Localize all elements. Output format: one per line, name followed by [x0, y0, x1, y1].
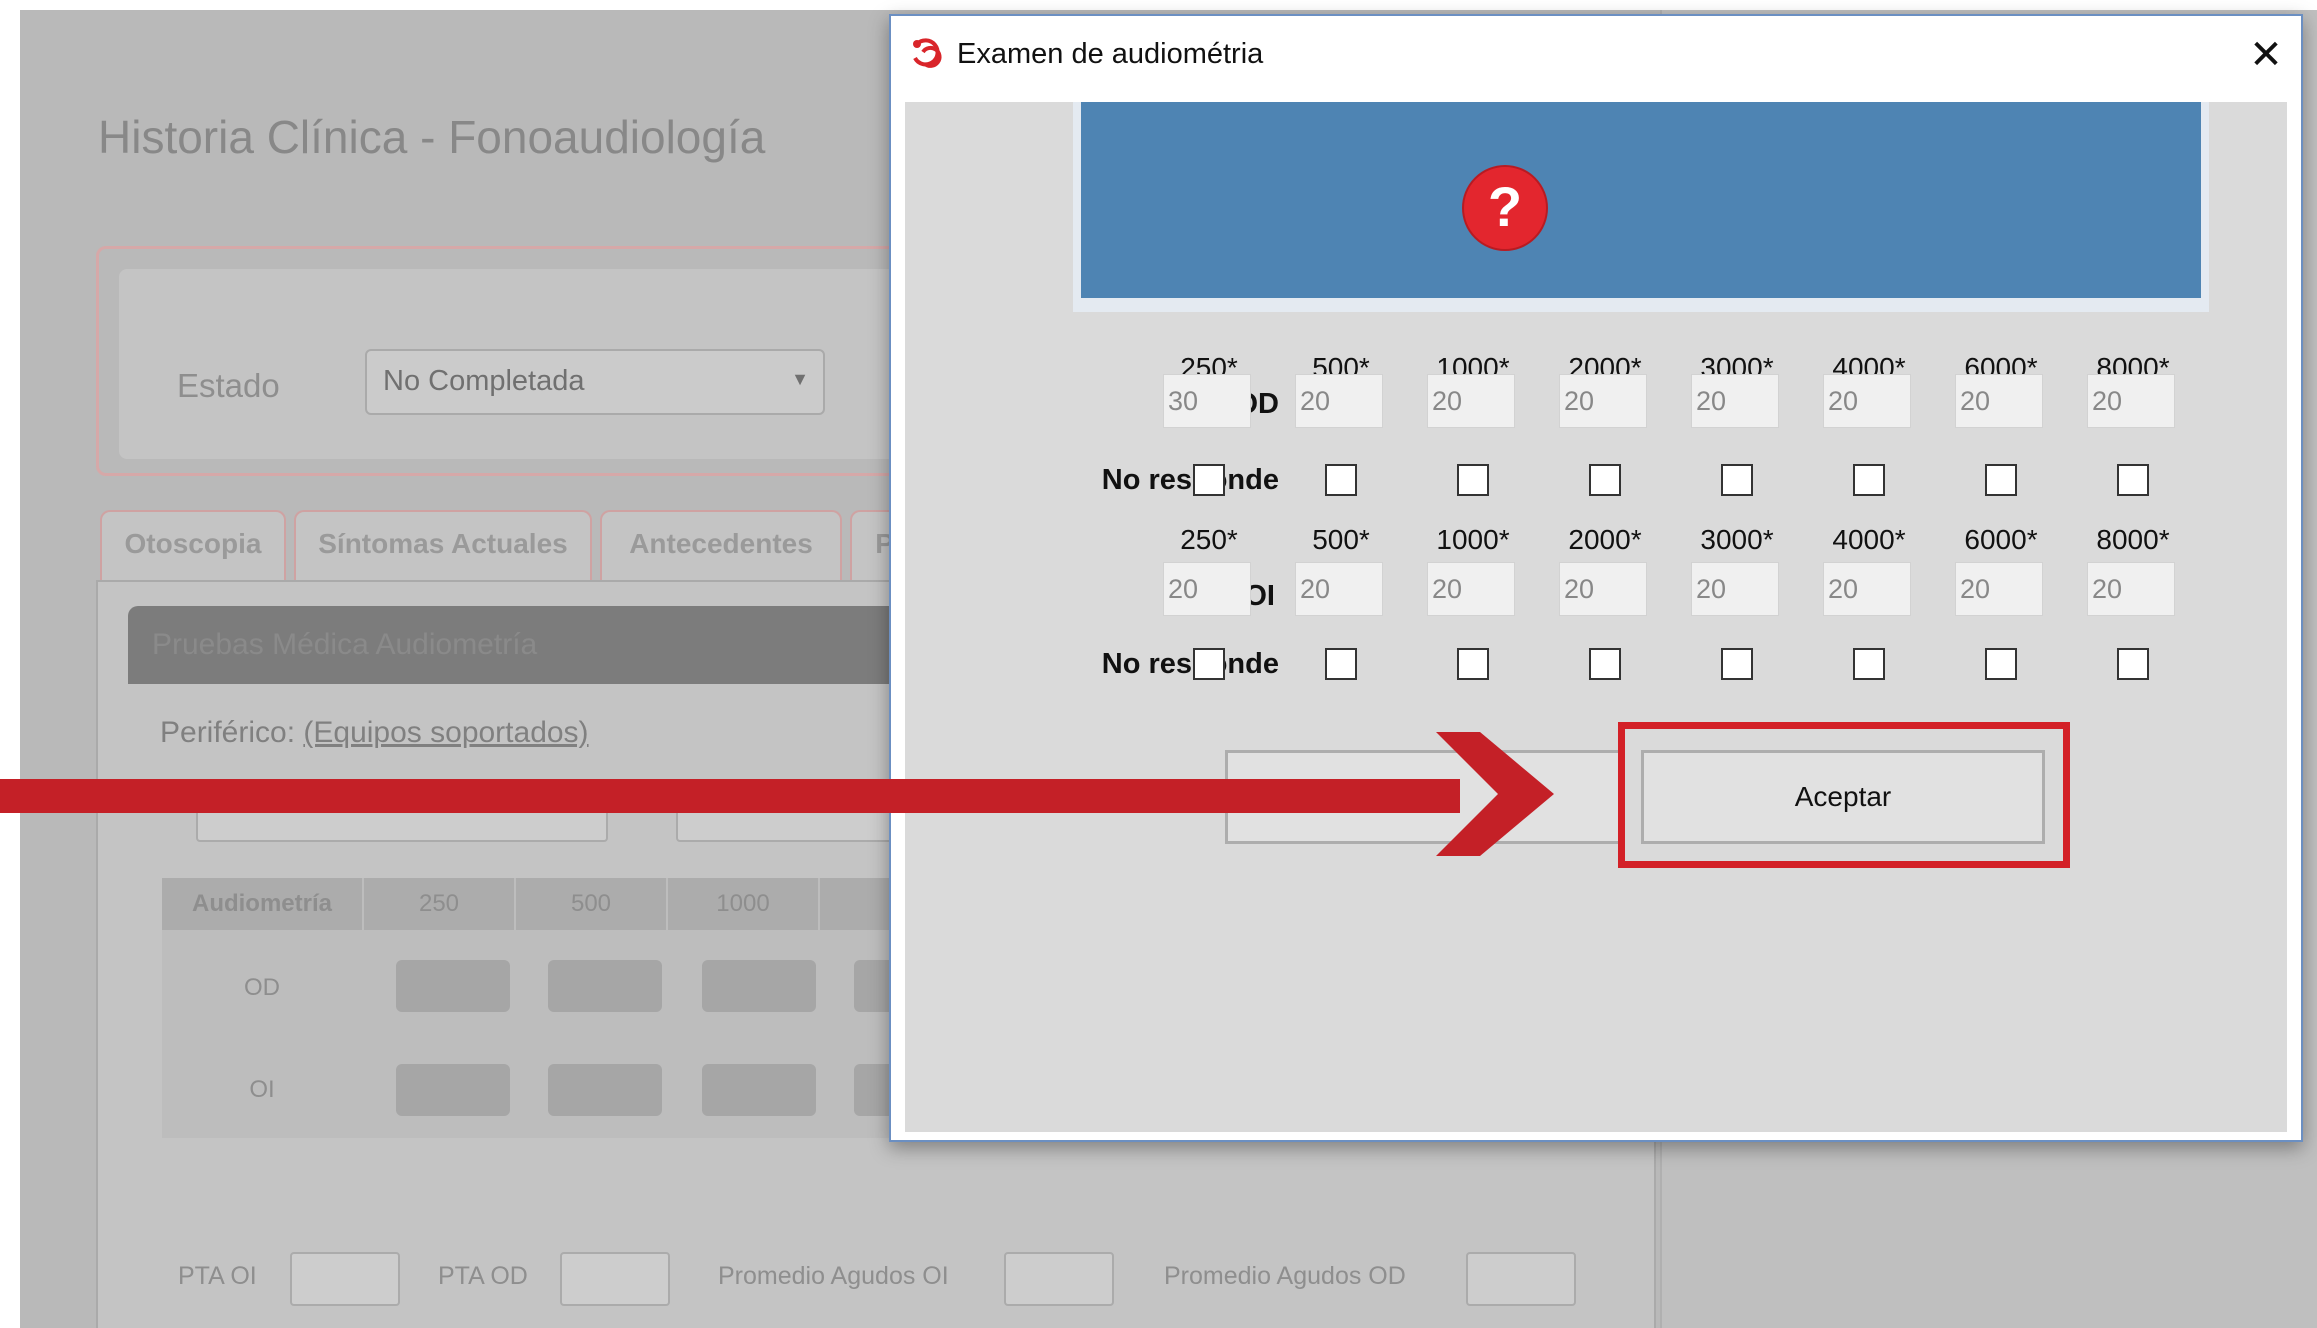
estado-section: Estado No Completada ▼: [96, 246, 936, 476]
od-6000-input[interactable]: [1955, 374, 2043, 428]
od-1000-no-responde-checkbox[interactable]: [1457, 464, 1489, 496]
od-8000-input[interactable]: [2087, 374, 2175, 428]
freq-label-oi: 500*: [1312, 524, 1370, 555]
estado-select[interactable]: No Completada ▼: [365, 349, 825, 415]
oi-8000-input[interactable]: [2087, 562, 2175, 616]
oi-6000-input[interactable]: [1955, 562, 2043, 616]
panel-title: Pruebas Médica Audiometría: [152, 628, 538, 661]
oi-250-input[interactable]: [1163, 562, 1251, 616]
tab-otoscopia[interactable]: Otoscopia: [100, 510, 286, 580]
oi-1000-input[interactable]: [1427, 562, 1515, 616]
od-500-no-responde-checkbox[interactable]: [1325, 464, 1357, 496]
promedio-agudos-oi-field[interactable]: [1004, 1252, 1114, 1306]
periferico-button[interactable]: [676, 780, 916, 842]
oi-500-input[interactable]: [1295, 562, 1383, 616]
dialog-titlebar: Examen de audiométria ✕: [891, 16, 2301, 102]
app-icon: [913, 38, 942, 68]
od-2000-input[interactable]: [1559, 374, 1647, 428]
periferico-label: Periférico: (Equipos soportados): [160, 716, 589, 749]
tab-antecedentes[interactable]: Antecedentes: [600, 510, 842, 580]
cancel-button[interactable]: [1225, 750, 1621, 844]
oi-500-no-responde-checkbox[interactable]: [1325, 648, 1357, 680]
row-label-od: OD: [244, 974, 280, 1001]
periferico-select[interactable]: [196, 780, 608, 842]
oi-2000-input[interactable]: [1559, 562, 1647, 616]
oi-500-field[interactable]: [548, 1064, 662, 1116]
freq-label-oi: 1000*: [1436, 524, 1510, 555]
freq-label-oi: 2000*: [1568, 524, 1642, 555]
oi-4000-no-responde-checkbox[interactable]: [1853, 648, 1885, 680]
freq-label-oi: 6000*: [1964, 524, 2038, 555]
oi-250-no-responde-checkbox[interactable]: [1193, 648, 1225, 680]
od-500-field[interactable]: [548, 960, 662, 1012]
oi-6000-no-responde-checkbox[interactable]: [1985, 648, 2017, 680]
accept-button[interactable]: Aceptar: [1641, 750, 2045, 844]
tab-sintomas-actuales[interactable]: Síntomas Actuales: [294, 510, 592, 580]
freq-label-oi: 3000*: [1700, 524, 1774, 555]
row-label-oi: OI: [249, 1076, 275, 1103]
chevron-down-icon: ▼: [791, 369, 809, 389]
pta-od-field[interactable]: [560, 1252, 670, 1306]
oi-1000-field[interactable]: [702, 1064, 816, 1116]
od-1000-input[interactable]: [1427, 374, 1515, 428]
od-3000-input[interactable]: [1691, 374, 1779, 428]
od-3000-no-responde-checkbox[interactable]: [1721, 464, 1753, 496]
table-header-cell: 1000: [668, 878, 818, 930]
freq-label-oi: 4000*: [1832, 524, 1906, 555]
pta-od-label: PTA OD: [438, 1262, 528, 1290]
table-header-cell: 250: [364, 878, 514, 930]
oi-8000-no-responde-checkbox[interactable]: [2117, 648, 2149, 680]
audiometry-dialog: Examen de audiométria ✕ ? 250* 500* 1000…: [889, 14, 2303, 1142]
pta-oi-label: PTA OI: [178, 1262, 257, 1290]
estado-label: Estado: [177, 367, 280, 404]
promedio-agudos-oi-label: Promedio Agudos OI: [718, 1262, 949, 1290]
oi-1000-no-responde-checkbox[interactable]: [1457, 648, 1489, 680]
pta-oi-field[interactable]: [290, 1252, 400, 1306]
estado-value: No Completada: [383, 365, 585, 397]
freq-label-oi: 250*: [1180, 524, 1238, 555]
od-250-input[interactable]: [1163, 374, 1251, 428]
page-title: Historia Clínica - Fonoaudiología: [98, 111, 766, 163]
oi-4000-input[interactable]: [1823, 562, 1911, 616]
od-4000-no-responde-checkbox[interactable]: [1853, 464, 1885, 496]
oi-2000-no-responde-checkbox[interactable]: [1589, 648, 1621, 680]
question-icon: ?: [1462, 165, 1548, 251]
svg-text:?: ?: [1488, 175, 1522, 238]
oi-3000-no-responde-checkbox[interactable]: [1721, 648, 1753, 680]
promedio-agudos-od-field[interactable]: [1466, 1252, 1576, 1306]
table-header-cell: 500: [516, 878, 666, 930]
od-2000-no-responde-checkbox[interactable]: [1589, 464, 1621, 496]
od-8000-no-responde-checkbox[interactable]: [2117, 464, 2149, 496]
od-500-input[interactable]: [1295, 374, 1383, 428]
od-250-no-responde-checkbox[interactable]: [1193, 464, 1225, 496]
dialog-body: ? 250* 500* 1000* 2000* 3000* 4000* 6000…: [905, 102, 2287, 1132]
od-1000-field[interactable]: [702, 960, 816, 1012]
table-header-cell: Audiometría: [162, 878, 362, 930]
od-6000-no-responde-checkbox[interactable]: [1985, 464, 2017, 496]
od-4000-input[interactable]: [1823, 374, 1911, 428]
freq-label-oi: 8000*: [2096, 524, 2170, 555]
dialog-title: Examen de audiométria: [957, 38, 1264, 70]
oi-3000-input[interactable]: [1691, 562, 1779, 616]
od-250-field[interactable]: [396, 960, 510, 1012]
info-banner: ?: [1081, 102, 2201, 298]
equipos-soportados-link[interactable]: (Equipos soportados): [303, 716, 588, 749]
close-icon[interactable]: ✕: [2237, 26, 2295, 84]
oi-250-field[interactable]: [396, 1064, 510, 1116]
promedio-agudos-od-label: Promedio Agudos OD: [1164, 1262, 1406, 1290]
